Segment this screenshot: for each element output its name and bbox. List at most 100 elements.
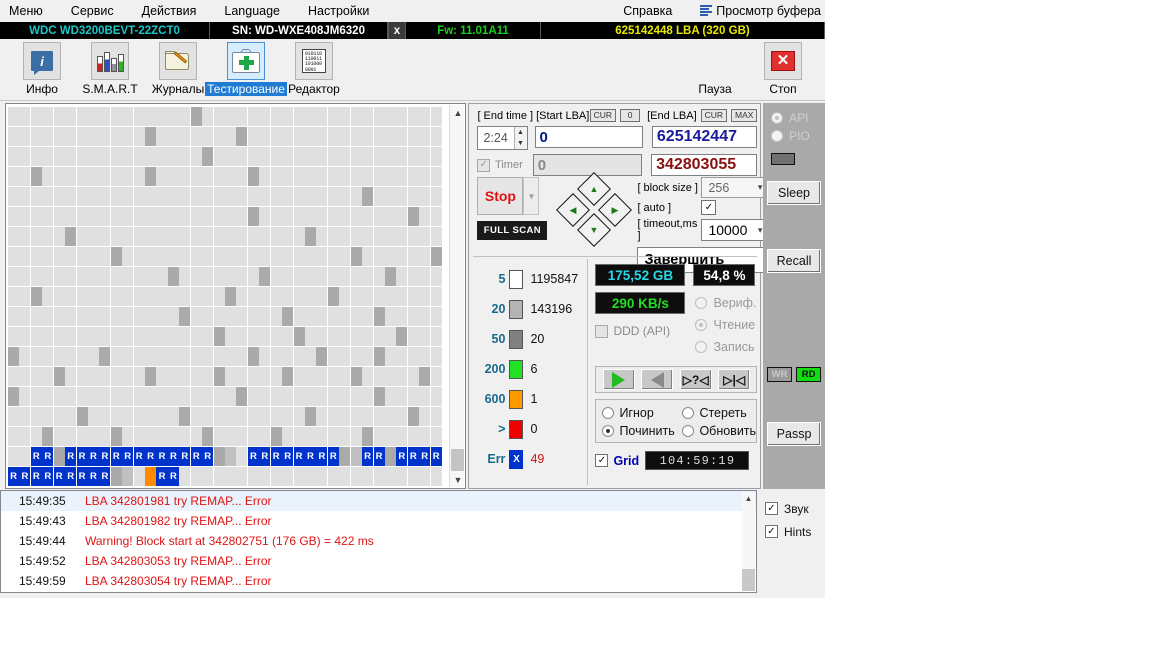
menu-item-help[interactable]: Справка (614, 0, 686, 22)
scan-grid-cell[interactable] (304, 127, 316, 146)
scan-grid-cell[interactable] (259, 307, 271, 326)
scan-grid-cell[interactable] (133, 167, 145, 186)
scan-grid-cell[interactable] (293, 127, 305, 146)
scan-grid-cell[interactable] (407, 327, 419, 346)
scan-grid-cell[interactable] (179, 467, 191, 486)
scan-grid-cell[interactable] (293, 407, 305, 426)
mode-radio[interactable] (695, 319, 708, 331)
scan-grid-cell[interactable] (247, 287, 259, 306)
scan-grid-cell[interactable] (282, 147, 294, 166)
scan-grid-cell[interactable] (270, 267, 282, 286)
scan-grid-cell[interactable] (202, 167, 214, 186)
scan-grid-cell[interactable]: R (167, 447, 179, 466)
scan-grid-cell[interactable] (304, 147, 316, 166)
scan-grid-cell[interactable]: R (373, 447, 385, 466)
end-lba-cur-button[interactable]: CUR (700, 109, 728, 122)
scan-grid-cell[interactable]: R (259, 447, 271, 466)
scan-grid-cell[interactable] (99, 387, 111, 406)
scan-grid-cell[interactable] (304, 247, 316, 266)
scan-grid-cell[interactable] (8, 447, 20, 466)
scan-grid-cell[interactable] (259, 287, 271, 306)
scan-grid-cell[interactable] (179, 327, 191, 346)
scan-grid-cell[interactable] (42, 267, 54, 286)
scan-grid-cell[interactable] (407, 407, 419, 426)
scan-grid-cell[interactable] (225, 147, 237, 166)
scan-grid-cell[interactable] (76, 407, 88, 426)
scan-grid-cell[interactable] (396, 327, 408, 346)
scan-grid-cell[interactable] (339, 307, 351, 326)
scan-grid-cell[interactable] (304, 427, 316, 446)
scan-grid-cell[interactable] (179, 187, 191, 206)
scan-grid-cell[interactable] (122, 467, 134, 486)
sleep-button[interactable]: Sleep (767, 181, 822, 205)
scan-grid-cell[interactable] (316, 267, 328, 286)
scan-grid-cell[interactable] (259, 327, 271, 346)
scan-grid-cell[interactable] (407, 347, 419, 366)
scan-grid-cell[interactable] (53, 367, 65, 386)
log-row[interactable]: 15:49:44 Warning! Block start at 34280275… (1, 531, 756, 551)
scan-grid-cell[interactable] (53, 407, 65, 426)
scan-grid[interactable]: RRRRRRRRRRRRRRRRRRRRRRRRRRRRRRRRRRRRRRRR (8, 107, 442, 486)
scan-grid-cell[interactable] (282, 327, 294, 346)
scan-grid-cell[interactable] (167, 327, 179, 346)
scan-grid-cell[interactable] (373, 267, 385, 286)
scan-grid-cell[interactable] (373, 347, 385, 366)
scan-grid-cell[interactable] (42, 427, 54, 446)
scan-grid-cell[interactable] (339, 127, 351, 146)
scan-grid-cell[interactable] (259, 187, 271, 206)
scan-grid-cell[interactable] (339, 407, 351, 426)
scan-grid-cell[interactable] (99, 127, 111, 146)
scan-grid-cell[interactable] (110, 267, 122, 286)
scan-grid-cell[interactable] (225, 267, 237, 286)
end-lba-max-button[interactable]: MAX (731, 109, 758, 122)
scan-grid-cell[interactable] (225, 307, 237, 326)
scan-grid-cell[interactable] (8, 207, 20, 226)
scan-grid-cell[interactable] (110, 247, 122, 266)
scan-grid-cell[interactable] (179, 427, 191, 446)
scan-grid-cell[interactable] (396, 207, 408, 226)
scan-grid-cell[interactable] (87, 307, 99, 326)
scan-grid-cell[interactable] (202, 247, 214, 266)
scan-grid-cell[interactable] (156, 207, 168, 226)
scan-grid-cell[interactable] (339, 187, 351, 206)
scan-grid-cell[interactable] (430, 267, 442, 286)
scan-grid-cell[interactable] (247, 467, 259, 486)
scan-grid-cell[interactable] (213, 327, 225, 346)
scan-grid-cell[interactable] (19, 447, 31, 466)
scan-grid-cell[interactable] (225, 127, 237, 146)
scan-grid-cell[interactable] (145, 127, 157, 146)
scan-grid-cell[interactable] (53, 267, 65, 286)
scan-grid-cell[interactable] (8, 427, 20, 446)
scan-grid-cell[interactable] (419, 147, 431, 166)
scan-grid-cell[interactable] (339, 387, 351, 406)
scan-grid-cell[interactable] (419, 267, 431, 286)
scan-grid-cell[interactable] (373, 427, 385, 446)
scan-grid-cell[interactable] (304, 307, 316, 326)
scan-grid-cell[interactable] (65, 347, 77, 366)
scan-grid-cell[interactable] (122, 187, 134, 206)
scan-grid-cell[interactable] (213, 107, 225, 126)
scan-grid-cell[interactable] (384, 447, 396, 466)
scan-grid-cell[interactable] (30, 347, 42, 366)
scan-grid-cell[interactable] (339, 467, 351, 486)
scan-grid-cell[interactable] (270, 127, 282, 146)
scan-grid-cell[interactable] (65, 287, 77, 306)
scan-grid-cell[interactable] (259, 127, 271, 146)
scan-grid-cell[interactable] (430, 167, 442, 186)
scan-grid-cell[interactable] (316, 207, 328, 226)
scan-grid-cell[interactable] (42, 247, 54, 266)
scan-grid-cell[interactable]: R (202, 447, 214, 466)
scan-grid-cell[interactable] (99, 367, 111, 386)
scan-grid-cell[interactable] (145, 347, 157, 366)
scan-grid-cell[interactable] (190, 227, 202, 246)
scan-grid-cell[interactable] (396, 127, 408, 146)
scan-grid-cell[interactable] (282, 387, 294, 406)
scan-grid-cell[interactable] (30, 307, 42, 326)
scan-grid-cell[interactable] (293, 307, 305, 326)
scan-grid-cell[interactable] (270, 227, 282, 246)
scan-grid-cell[interactable] (247, 187, 259, 206)
scan-grid-cell[interactable] (156, 187, 168, 206)
scan-grid-cell[interactable] (156, 247, 168, 266)
scan-grid-cell[interactable] (350, 387, 362, 406)
scan-grid-cell[interactable] (110, 327, 122, 346)
